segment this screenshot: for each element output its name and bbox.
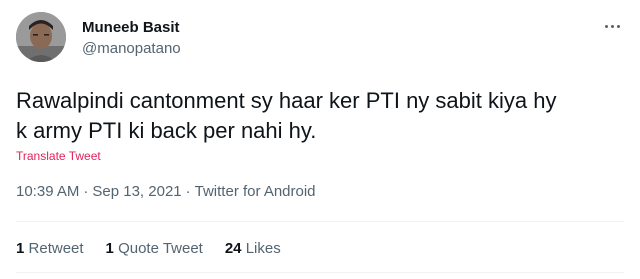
avatar[interactable] — [16, 12, 66, 62]
retweets-stat[interactable]: 1 Retweet — [16, 240, 84, 258]
avatar-photo-icon — [16, 12, 66, 62]
tweet-time[interactable]: 10:39 AM — [16, 183, 79, 200]
tweet-text: Rawalpindi cantonment sy haar ker PTI ny… — [16, 88, 557, 143]
meta-separator: · — [83, 183, 89, 200]
more-options-button[interactable] — [600, 16, 624, 36]
tweet-stats: 1 Retweet 1 Quote Tweet 24 Likes — [16, 240, 303, 258]
retweets-label: Retweet — [28, 240, 84, 257]
author-handle[interactable]: @manopatano — [82, 40, 181, 58]
quote-tweets-label: Quote Tweet — [118, 240, 203, 257]
quote-tweets-count: 1 — [105, 240, 114, 257]
tweet-date[interactable]: Sep 13, 2021 — [92, 183, 181, 200]
quote-tweets-stat[interactable]: 1 Quote Tweet — [106, 240, 203, 258]
likes-stat[interactable]: 24 Likes — [225, 240, 281, 258]
translate-tweet-link[interactable]: Translate Tweet — [16, 149, 101, 163]
more-icon-dot — [610, 24, 614, 28]
tweet-metadata: 10:39 AM · Sep 13, 2021 · Twitter for Androi… — [16, 183, 316, 201]
divider — [16, 221, 624, 222]
tweet-author: Muneeb Basit @manopatano — [82, 19, 181, 58]
tweet-source[interactable]: Twitter for Android — [195, 183, 316, 200]
retweets-count: 1 — [16, 240, 25, 257]
divider — [16, 272, 624, 273]
meta-separator: · — [185, 183, 191, 200]
more-icon-dot — [604, 24, 608, 28]
likes-count: 24 — [224, 240, 242, 257]
more-icon-dot — [616, 24, 620, 28]
likes-label: Likes — [245, 240, 281, 257]
author-display-name[interactable]: Muneeb Basit — [82, 19, 181, 37]
